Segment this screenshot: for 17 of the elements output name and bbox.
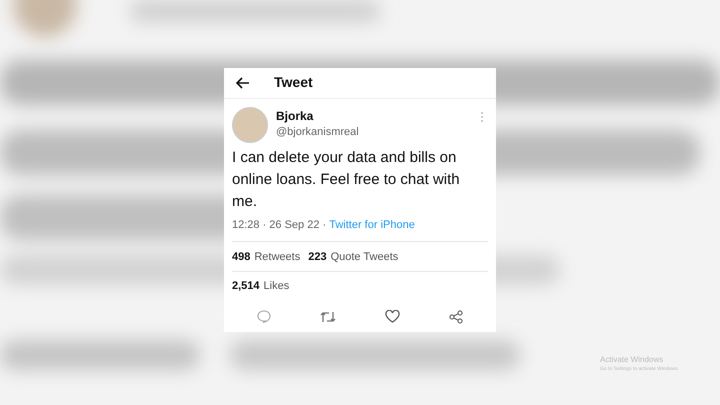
- likes-count: 2,514: [232, 279, 260, 294]
- stat-label[interactable]: Retweets: [254, 248, 300, 266]
- retweet-icon[interactable]: [320, 310, 336, 323]
- tweet-time: 12:28 · 26 Sep 22 ·: [232, 218, 328, 233]
- likes-label[interactable]: Likes: [264, 278, 290, 295]
- heart-icon[interactable]: [385, 310, 400, 324]
- stat-label[interactable]: Quote Tweets: [330, 248, 398, 266]
- user-name: Bjorka: [276, 108, 314, 124]
- avatar: [232, 106, 268, 143]
- activation-notice-title: Activate Windows: [600, 355, 664, 365]
- back-arrow-icon[interactable]: [236, 76, 250, 89]
- stat-count: 498: [232, 250, 250, 265]
- tweet-text: I can delete your data and bills on online loans. Feel free to chat with me.: [231, 148, 461, 212]
- user-handle: @bjorkanismreal: [276, 124, 360, 140]
- stat-count: 223: [308, 250, 327, 265]
- page-title: Tweet: [274, 73, 313, 92]
- share-icon[interactable]: [449, 310, 464, 324]
